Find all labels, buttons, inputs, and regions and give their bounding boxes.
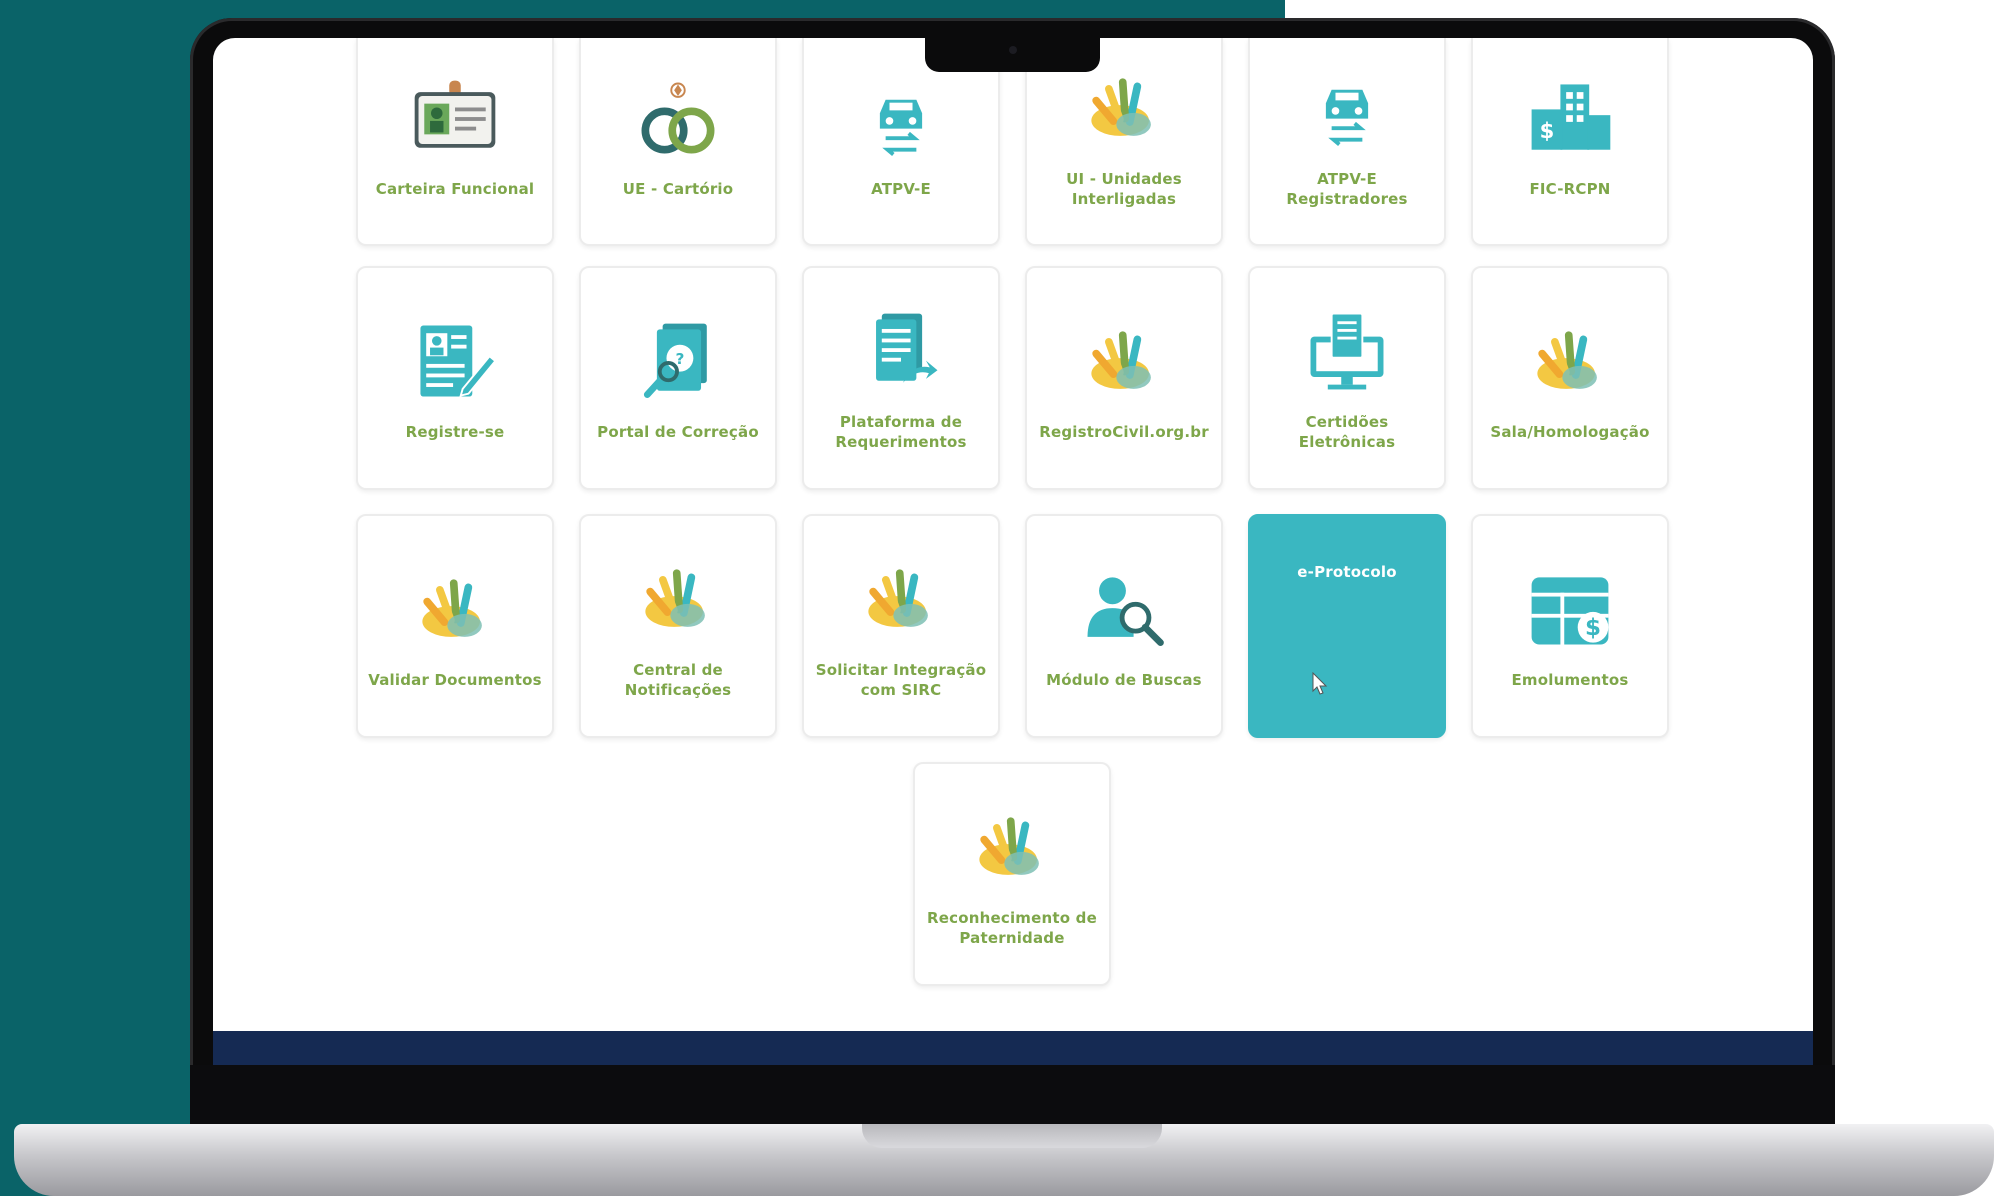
tile-label: Validar Documentos bbox=[368, 671, 542, 689]
tile-label: Módulo de Buscas bbox=[1046, 671, 1202, 689]
rings-icon bbox=[641, 82, 715, 154]
camera-notch bbox=[925, 34, 1100, 72]
tile-label: Portal de Correção bbox=[597, 423, 759, 441]
tile-atpv-e-registradores[interactable]: ATPV-E Registradores bbox=[1248, 38, 1446, 246]
tile-emolumentos[interactable]: $ Emolumentos bbox=[1471, 514, 1669, 738]
tile-label: Central de Notificações bbox=[624, 661, 732, 699]
tile-label: Sala/Homologação bbox=[1490, 423, 1650, 441]
tile-portal-correcao[interactable]: ? Portal de Correção bbox=[579, 266, 777, 490]
hands-logo-icon bbox=[979, 817, 1039, 875]
page-footer-bar bbox=[213, 1031, 1813, 1065]
id-form-pen-icon bbox=[420, 325, 497, 397]
tile-label: FIC-RCPN bbox=[1529, 180, 1611, 198]
tile-registre-se[interactable]: Registre-se bbox=[356, 266, 554, 490]
tile-modulo-buscas[interactable]: Módulo de Buscas bbox=[1025, 514, 1223, 738]
document-send-icon bbox=[876, 313, 938, 383]
tile-label: Plataforma de Requerimentos bbox=[835, 413, 967, 451]
car-transfer-icon bbox=[1325, 89, 1369, 146]
svg-text:$: $ bbox=[1585, 615, 1601, 641]
tile-fic-rcpn[interactable]: $ FIC-RCPN bbox=[1471, 38, 1669, 246]
tile-label: ATPV-E bbox=[871, 180, 931, 198]
tile-e-protocolo[interactable]: e-Protocolo bbox=[1248, 514, 1446, 738]
hands-logo-icon bbox=[422, 579, 482, 637]
laptop-screen: Carteira Funcional UE - Cartório ATPV-E bbox=[213, 38, 1813, 1065]
computer-document-icon bbox=[1310, 312, 1384, 390]
mouse-cursor-icon bbox=[1312, 672, 1328, 695]
tile-label: e-Protocolo bbox=[1297, 563, 1397, 581]
tile-validar-documentos[interactable]: Validar Documentos bbox=[356, 514, 554, 738]
tile-reconhecimento-paternidade[interactable]: Reconhecimento de Paternidade bbox=[913, 762, 1111, 986]
tile-label: Reconhecimento de Paternidade bbox=[927, 909, 1097, 947]
car-transfer-icon bbox=[879, 99, 923, 156]
camera-icon bbox=[1009, 46, 1017, 54]
hands-logo-icon bbox=[1091, 78, 1151, 136]
table-dollar-icon: $ bbox=[1531, 577, 1609, 645]
tile-label: Solicitar Integração com SIRC bbox=[815, 661, 987, 699]
id-badge-icon bbox=[414, 80, 496, 148]
hands-logo-icon bbox=[1091, 331, 1151, 389]
tile-label: Carteira Funcional bbox=[375, 180, 535, 198]
tile-label: Certidões Eletrônicas bbox=[1298, 413, 1396, 451]
tile-plataforma-requerimentos[interactable]: Plataforma de Requerimentos bbox=[802, 266, 1000, 490]
tile-label: ATPV-E Registradores bbox=[1286, 170, 1408, 208]
tile-sala-homologacao[interactable]: Sala/Homologação bbox=[1471, 266, 1669, 490]
tile-label: Registre-se bbox=[405, 423, 505, 441]
laptop-screen-chin bbox=[190, 1065, 1835, 1125]
bank-building-icon: $ bbox=[1531, 84, 1611, 150]
tile-label: UE - Cartório bbox=[622, 180, 734, 198]
document-search-icon: ? bbox=[643, 323, 707, 398]
user-search-icon bbox=[1087, 577, 1164, 646]
tile-carteira-funcional[interactable]: Carteira Funcional bbox=[356, 38, 554, 246]
hands-logo-icon bbox=[1537, 331, 1597, 389]
tile-solicitar-integracao[interactable]: Solicitar Integração com SIRC bbox=[802, 514, 1000, 738]
svg-text:$: $ bbox=[1540, 118, 1555, 143]
tile-ue-cartorio[interactable]: UE - Cartório bbox=[579, 38, 777, 246]
tile-central-notificacoes[interactable]: Central de Notificações bbox=[579, 514, 777, 738]
tile-registrocivil[interactable]: RegistroCivil.org.br bbox=[1025, 266, 1223, 490]
tile-label: RegistroCivil.org.br bbox=[1039, 423, 1209, 441]
tile-label: Emolumentos bbox=[1511, 671, 1629, 689]
hands-logo-icon bbox=[868, 569, 928, 627]
hands-logo-icon bbox=[645, 569, 705, 627]
tile-certidoes-eletronicas[interactable]: Certidões Eletrônicas bbox=[1248, 266, 1446, 490]
tile-label: UI - Unidades Interligadas bbox=[1066, 170, 1182, 208]
laptop-opening-notch bbox=[862, 1124, 1162, 1148]
